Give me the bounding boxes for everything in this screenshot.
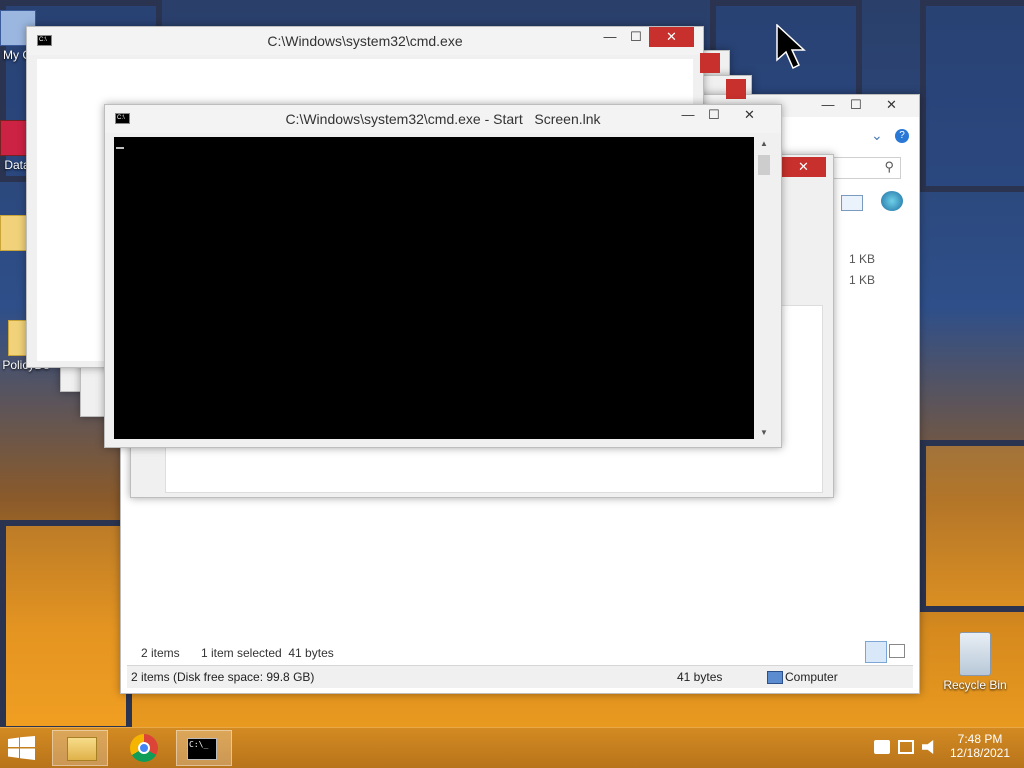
desktop-icon-recycle-bin[interactable]: Recycle Bin (940, 632, 1010, 692)
start-button[interactable] (8, 736, 38, 760)
recycle-bin-icon (959, 632, 991, 676)
volume-muted-icon[interactable] (922, 740, 934, 754)
console-cursor (116, 147, 124, 149)
vertical-scrollbar[interactable]: ▲ ▼ (756, 137, 772, 439)
cmd-icon: C:\_ (187, 738, 217, 760)
close-button[interactable] (726, 79, 746, 99)
maximize-button[interactable]: ☐ (843, 95, 869, 115)
wallpaper-pane (0, 520, 132, 732)
maximize-button[interactable]: ☐ (701, 105, 727, 125)
clock-time: 7:48 PM (957, 732, 1003, 746)
minimize-button[interactable]: — (815, 95, 841, 115)
search-icon: ⚲ (884, 159, 894, 174)
taskbar-file-explorer[interactable] (52, 730, 108, 766)
scroll-thumb[interactable] (758, 155, 770, 175)
mouse-cursor-icon (776, 24, 806, 70)
taskbar: C:\_ 7:48 PM 12/18/2021 (0, 727, 1024, 768)
windows-logo-icon (8, 736, 35, 760)
clock[interactable]: 7:48 PM 12/18/2021 (944, 732, 1016, 760)
close-button[interactable]: ✕ (869, 95, 914, 115)
maximize-button[interactable]: ☐ (623, 27, 649, 47)
cmd-window-front[interactable]: C:\ C:\Windows\system32\cmd.exe - Start … (104, 104, 782, 448)
status-items: 2 items (141, 646, 180, 660)
ribbon-chevron-icon[interactable]: ⌄ (871, 127, 883, 144)
inner-close-button[interactable]: ✕ (781, 157, 826, 177)
console-area[interactable] (114, 137, 754, 439)
minimize-button[interactable]: — (597, 27, 623, 47)
scroll-down-arrow[interactable]: ▼ (756, 428, 772, 437)
taskbar-chrome[interactable] (116, 730, 172, 766)
chrome-icon (130, 734, 158, 762)
clock-date: 12/18/2021 (949, 746, 1011, 760)
close-button[interactable]: ✕ (727, 105, 772, 125)
shell-icon[interactable] (881, 191, 903, 211)
preview-pane-icon[interactable] (841, 195, 863, 211)
cmd-back-titlebar[interactable]: C:\ C:\Windows\system32\cmd.exe — ☐ ✕ (27, 27, 703, 55)
wallpaper-pane (920, 0, 1024, 192)
scroll-up-arrow[interactable]: ▲ (756, 139, 772, 148)
details-view-button[interactable] (865, 641, 887, 663)
computer-icon (767, 671, 783, 684)
status-location: Computer (785, 670, 838, 684)
explorer-statusbar: 2 items (Disk free space: 99.8 GB) 41 by… (127, 665, 913, 688)
status-selected: 1 item selected 41 bytes (201, 646, 334, 660)
minimize-button[interactable]: — (675, 105, 701, 125)
status-disk-free: 2 items (Disk free space: 99.8 GB) (131, 670, 315, 684)
close-button[interactable]: ✕ (649, 27, 694, 47)
taskbar-cmd[interactable]: C:\_ (176, 730, 232, 766)
desktop-icon-label: Recycle Bin (943, 678, 1007, 692)
wallpaper-pane (920, 440, 1024, 612)
large-icons-view-button[interactable] (889, 644, 905, 658)
file-explorer-icon (67, 737, 97, 761)
action-center-icon[interactable] (874, 740, 890, 754)
status-size: 41 bytes (677, 670, 723, 684)
help-icon[interactable]: ? (895, 129, 909, 143)
file-size: 1 KB (849, 273, 876, 287)
cmd-front-titlebar[interactable]: C:\ C:\Windows\system32\cmd.exe - Start … (105, 105, 781, 133)
network-icon[interactable] (898, 740, 914, 754)
close-button[interactable] (700, 53, 720, 73)
file-size: 1 KB (849, 252, 876, 266)
search-box[interactable]: ⚲ (831, 157, 901, 179)
